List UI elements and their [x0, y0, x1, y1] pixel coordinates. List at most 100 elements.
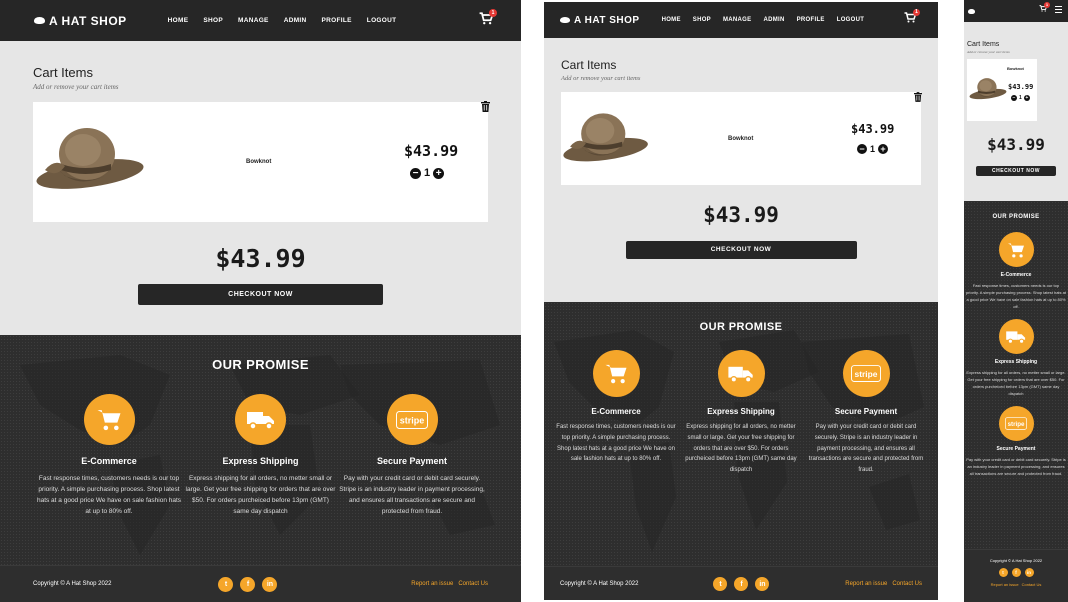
cart-count-badge: 1 — [489, 9, 497, 17]
footer-links: Report an issue Contact Us — [845, 581, 922, 587]
feature-title: Express Shipping — [994, 359, 1038, 365]
brand-logo[interactable]: A HAT SHOP — [34, 14, 127, 28]
nav-link-profile[interactable]: PROFILE — [797, 17, 825, 23]
product-image — [36, 128, 144, 189]
linkedin-icon[interactable]: in — [1024, 568, 1034, 577]
hamburger-menu-icon[interactable] — [1055, 6, 1062, 14]
trash-icon[interactable] — [914, 92, 922, 102]
nav-link-shop[interactable]: SHOP — [693, 17, 711, 23]
twitter-icon[interactable]: t — [218, 576, 234, 592]
linkedin-icon[interactable]: in — [755, 577, 770, 591]
copyright-text: Copyright © A Hat Shop 2022 — [560, 581, 639, 587]
hat-logo-icon — [968, 8, 975, 14]
footer: Copyright © A Hat Shop 2022 t f in Repor… — [0, 565, 521, 602]
features-list: E-Commerce Fast response times, customer… — [964, 220, 1068, 486]
promise-title: OUR PROMISE — [992, 214, 1040, 220]
contact-us-link[interactable]: Contact Us — [458, 581, 488, 587]
increase-quantity-button[interactable]: + — [433, 167, 445, 179]
quantity-stepper: − 1 + — [1011, 95, 1030, 101]
quantity-value: 1 — [1019, 95, 1022, 101]
twitter-icon[interactable]: t — [998, 568, 1008, 577]
nav-link-home[interactable]: HOME — [662, 17, 681, 23]
shopping-cart-icon — [83, 394, 135, 445]
facebook-icon[interactable]: f — [734, 577, 749, 591]
linkedin-icon[interactable]: in — [262, 576, 278, 592]
copyright-text: Copyright © A Hat Shop 2022 — [33, 581, 112, 587]
report-issue-link[interactable]: Report an issue — [991, 582, 1019, 587]
screenshot-stage: A HAT SHOP HOME SHOP MANAGE ADMIN PROFIL… — [0, 0, 1068, 602]
twitter-icon[interactable]: t — [713, 577, 728, 591]
increase-quantity-button[interactable]: + — [1023, 95, 1030, 101]
main-menu: HOME SHOP MANAGE ADMIN PROFILE LOGOUT — [662, 17, 865, 23]
hat-logo-icon — [34, 17, 45, 24]
page-title: Cart Items — [33, 65, 93, 80]
product-name: Bowknot — [728, 136, 754, 142]
cart-button[interactable]: 1 — [1039, 2, 1050, 12]
trash-icon[interactable] — [481, 101, 490, 112]
checkout-button[interactable]: CHECKOUT NOW — [976, 166, 1056, 176]
checkout-button[interactable]: CHECKOUT NOW — [625, 241, 857, 259]
feature-title: Secure Payment — [996, 446, 1036, 452]
feature-title: Secure Payment — [834, 407, 898, 416]
nav-link-logout[interactable]: LOGOUT — [837, 17, 864, 23]
cart-button[interactable]: 1 — [479, 9, 497, 25]
copyright-text: Copyright © A Hat Shop 2022 — [989, 558, 1043, 563]
contact-us-link[interactable]: Contact Us — [1022, 582, 1042, 587]
nav-link-manage[interactable]: MANAGE — [723, 17, 751, 23]
decrease-quantity-button[interactable]: − — [857, 144, 867, 154]
checkout-button[interactable]: CHECKOUT NOW — [138, 284, 383, 305]
social-links: t f in — [964, 568, 1068, 577]
features-list: E-Commerce Fast response times, customer… — [544, 333, 938, 476]
product-name: Bowknot — [246, 159, 272, 165]
mobile-view: 1 Cart Items Add or remove your cart ite… — [964, 0, 1068, 602]
report-issue-link[interactable]: Report an issue — [845, 581, 887, 587]
facebook-icon[interactable]: f — [1011, 568, 1021, 577]
svg-text:stripe: stripe — [1008, 421, 1025, 428]
cart-button[interactable]: 1 — [904, 9, 920, 23]
nav-link-home[interactable]: HOME — [168, 17, 189, 24]
brand-name: A HAT SHOP — [49, 13, 127, 28]
footer-links: Report an issue Contact Us — [411, 581, 488, 587]
feature-ecommerce: E-Commerce Fast response times, customer… — [966, 232, 1066, 310]
desktop-view: A HAT SHOP HOME SHOP MANAGE ADMIN PROFIL… — [0, 0, 521, 602]
nav-link-admin[interactable]: ADMIN — [284, 17, 307, 24]
page-subtitle: Add or remove your cart items — [33, 83, 119, 91]
feature-title: E-Commerce — [591, 407, 641, 416]
feature-shipping: Express Shipping Express shipping for al… — [186, 394, 336, 517]
brand-logo[interactable] — [968, 8, 975, 14]
feature-payment: stripe Secure Payment Pay with your cred… — [966, 406, 1066, 477]
brand-logo[interactable]: A HAT SHOP — [560, 15, 640, 26]
page-subtitle: Add or remove your cart items — [561, 75, 641, 82]
product-price: $43.99 — [404, 142, 459, 160]
cart-item-card: Bowknot $43.99 − 1 + — [33, 101, 490, 222]
feature-description: Fast response times, customers needs is … — [966, 283, 1066, 309]
product-price: $43.99 — [851, 122, 895, 136]
promise-section: OUR PROMISE E-Commerce Fast response tim… — [0, 335, 521, 565]
decrease-quantity-button[interactable]: − — [410, 167, 421, 179]
facebook-icon[interactable]: f — [240, 576, 256, 592]
cart-count-badge: 1 — [1044, 2, 1050, 8]
feature-ecommerce: E-Commerce Fast response times, customer… — [556, 350, 676, 476]
cart-section: Cart Items Add or remove your cart items… — [544, 38, 938, 302]
feature-description: Pay with your credit card or debit card … — [808, 424, 924, 474]
social-links: t f in — [713, 577, 770, 591]
nav-link-manage[interactable]: MANAGE — [238, 17, 269, 24]
nav-link-shop[interactable]: SHOP — [203, 17, 223, 24]
nav-link-admin[interactable]: ADMIN — [763, 17, 784, 23]
nav-link-logout[interactable]: LOGOUT — [367, 17, 397, 24]
social-links: t f in — [218, 576, 278, 592]
feature-description: Express shipping for all orders, no mett… — [966, 370, 1066, 396]
decrease-quantity-button[interactable]: − — [1011, 95, 1017, 101]
feature-shipping: Express Shipping Express shipping for al… — [966, 319, 1066, 397]
increase-quantity-button[interactable]: + — [878, 144, 889, 154]
cart-total: $43.99 — [987, 135, 1045, 154]
svg-text:stripe: stripe — [855, 369, 878, 379]
product-image — [563, 113, 648, 162]
contact-us-link[interactable]: Contact Us — [892, 581, 922, 587]
page-title: Cart Items — [967, 41, 1000, 48]
nav-link-profile[interactable]: PROFILE — [322, 17, 352, 24]
quantity-value: 1 — [424, 167, 431, 179]
feature-title: E-Commerce — [81, 456, 137, 466]
report-issue-link[interactable]: Report an issue — [411, 581, 453, 587]
feature-description: Pay with your credit card or debit card … — [966, 457, 1066, 476]
